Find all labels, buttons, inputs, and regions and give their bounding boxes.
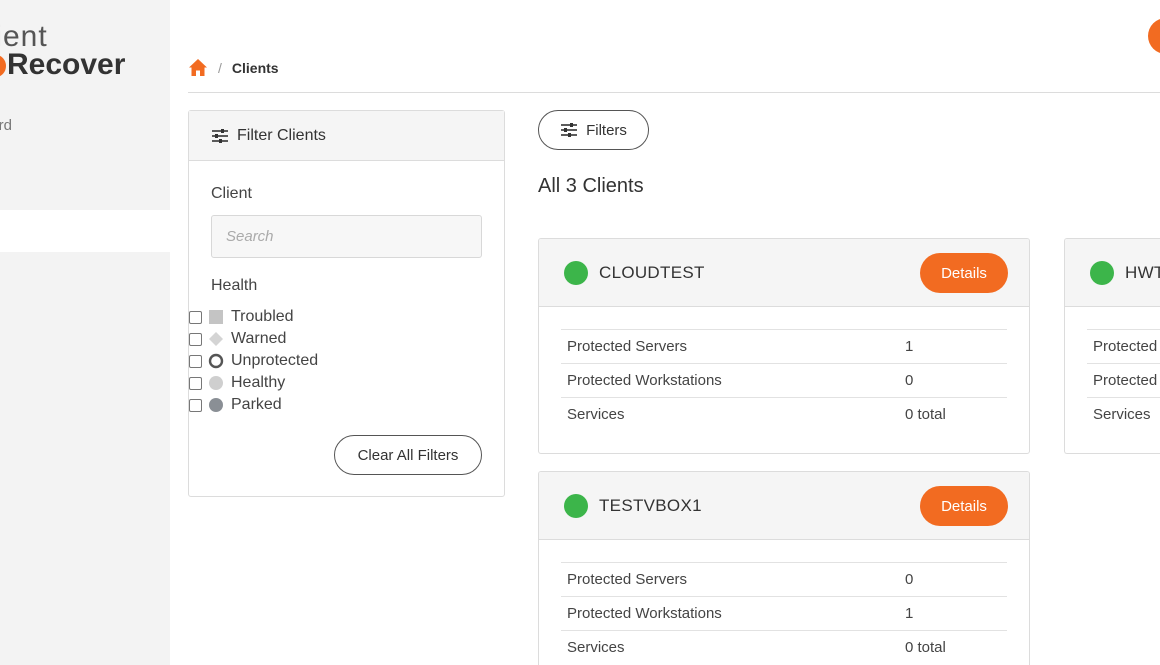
row-key: Protected Workstations xyxy=(567,372,722,389)
client-card-body: Protected Servers 0 Protected Workstation… xyxy=(539,540,1029,664)
client-name: CLOUDTEST xyxy=(599,263,705,282)
client-card-body: Protected Protected Services xyxy=(1065,307,1160,431)
sidebar-item-reports[interactable]: s xyxy=(0,263,170,305)
health-option-warned[interactable]: Warned xyxy=(189,328,286,350)
troubled-checkbox[interactable] xyxy=(189,310,202,324)
status-healthy-icon xyxy=(564,494,588,518)
details-button[interactable]: Details xyxy=(920,253,1008,293)
sliders-icon xyxy=(212,128,228,143)
client-card: HWT Protected Protected Services xyxy=(1064,238,1160,454)
row-key: Protected Servers xyxy=(567,571,688,588)
logo-line2-text: Recover xyxy=(7,48,126,81)
sidebar-item-clients[interactable]: s xyxy=(0,210,170,252)
row-key: Protected Servers xyxy=(567,338,688,355)
health-option-unprotected[interactable]: Unprotected xyxy=(189,350,318,372)
health-option-label: Troubled xyxy=(231,308,294,325)
details-button[interactable]: Details xyxy=(920,486,1008,526)
health-option-label: Warned xyxy=(231,330,287,347)
filters-button[interactable]: Filters xyxy=(538,110,649,150)
client-card-header: TESTVBOX1 Details xyxy=(539,472,1029,540)
table-row: Protected Servers 0 xyxy=(561,562,1007,596)
row-value: 0 xyxy=(905,372,914,389)
health-option-label: Unprotected xyxy=(231,352,319,369)
sliders-icon xyxy=(561,123,578,137)
table-row: Protected Workstations 0 xyxy=(561,363,1007,397)
health-option-parked[interactable]: Parked xyxy=(189,394,282,416)
client-card-header: HWT xyxy=(1065,239,1160,307)
row-key: Protected xyxy=(1093,372,1158,389)
row-value: 0 total xyxy=(905,406,946,423)
clear-all-filters-button[interactable]: Clear All Filters xyxy=(334,435,482,475)
ring-icon xyxy=(208,353,224,369)
table-row: Protected xyxy=(1087,363,1160,397)
status-healthy-icon xyxy=(1090,261,1114,285)
row-key: Protected Workstations xyxy=(567,605,722,622)
row-key: Protected xyxy=(1093,338,1158,355)
breadcrumb-current: Clients xyxy=(231,60,279,76)
user-avatar[interactable] xyxy=(1148,18,1160,54)
clients-count-title: All 3 Clients xyxy=(538,175,644,197)
filter-panel-title: Filter Clients xyxy=(237,126,326,144)
sidebar-item-devices[interactable]: es xyxy=(0,158,170,200)
brand-logo: tient Recover xyxy=(0,22,125,80)
row-value: 1 xyxy=(905,338,914,355)
client-name: HWT xyxy=(1125,263,1160,282)
row-value: 1 xyxy=(905,605,914,622)
health-option-healthy[interactable]: Healthy xyxy=(189,372,285,394)
client-label: Client xyxy=(211,185,252,202)
client-name: TESTVBOX1 xyxy=(599,496,702,515)
filter-panel: Filter Clients Client Health Troubled Wa… xyxy=(188,110,505,497)
row-key: Services xyxy=(567,639,625,656)
table-row: Services 0 total xyxy=(561,630,1007,664)
sidebar-item-label: oard xyxy=(0,117,13,134)
parked-checkbox[interactable] xyxy=(189,398,202,412)
table-row: Services 0 total xyxy=(561,397,1007,431)
warned-checkbox[interactable] xyxy=(189,332,202,346)
health-option-label: Parked xyxy=(231,396,282,413)
row-value: 0 xyxy=(905,571,914,588)
table-row: Protected xyxy=(1087,329,1160,363)
header-divider xyxy=(188,92,1160,93)
unprotected-checkbox[interactable] xyxy=(189,354,202,368)
filter-panel-header: Filter Clients xyxy=(189,111,504,161)
health-option-troubled[interactable]: Troubled xyxy=(189,306,294,328)
table-row: Protected Servers 1 xyxy=(561,329,1007,363)
table-row: Protected Workstations 1 xyxy=(561,596,1007,630)
diamond-icon xyxy=(209,332,223,346)
client-card: CLOUDTEST Details Protected Servers 1 Pro… xyxy=(538,238,1030,454)
filters-button-label: Filters xyxy=(586,121,627,139)
client-card-body: Protected Servers 1 Protected Workstation… xyxy=(539,307,1029,431)
status-healthy-icon xyxy=(564,261,588,285)
logo-line2: Recover xyxy=(0,50,125,80)
home-icon[interactable] xyxy=(188,58,208,78)
breadcrumb: / Clients xyxy=(188,56,279,80)
square-icon xyxy=(209,310,223,324)
circle-light-icon xyxy=(209,376,223,390)
breadcrumb-separator: / xyxy=(218,60,222,76)
healthy-checkbox[interactable] xyxy=(189,376,202,390)
client-card-header: CLOUDTEST Details xyxy=(539,239,1029,307)
client-card: TESTVBOX1 Details Protected Servers 0 Pro… xyxy=(538,471,1030,665)
health-option-label: Healthy xyxy=(231,374,286,391)
table-row: Services xyxy=(1087,397,1160,431)
row-key: Services xyxy=(567,406,625,423)
sidebar-item-settings[interactable]: ts xyxy=(0,421,170,463)
circle-dark-icon xyxy=(209,398,223,412)
health-label: Health xyxy=(211,277,258,294)
sidebar: tient Recover oard es s s ts xyxy=(0,0,170,665)
sidebar-item-dashboard[interactable]: oard xyxy=(0,105,170,147)
logo-mark-icon xyxy=(0,55,6,77)
row-key: Services xyxy=(1093,406,1151,423)
client-search-input[interactable] xyxy=(211,215,482,258)
row-value: 0 total xyxy=(905,639,946,656)
